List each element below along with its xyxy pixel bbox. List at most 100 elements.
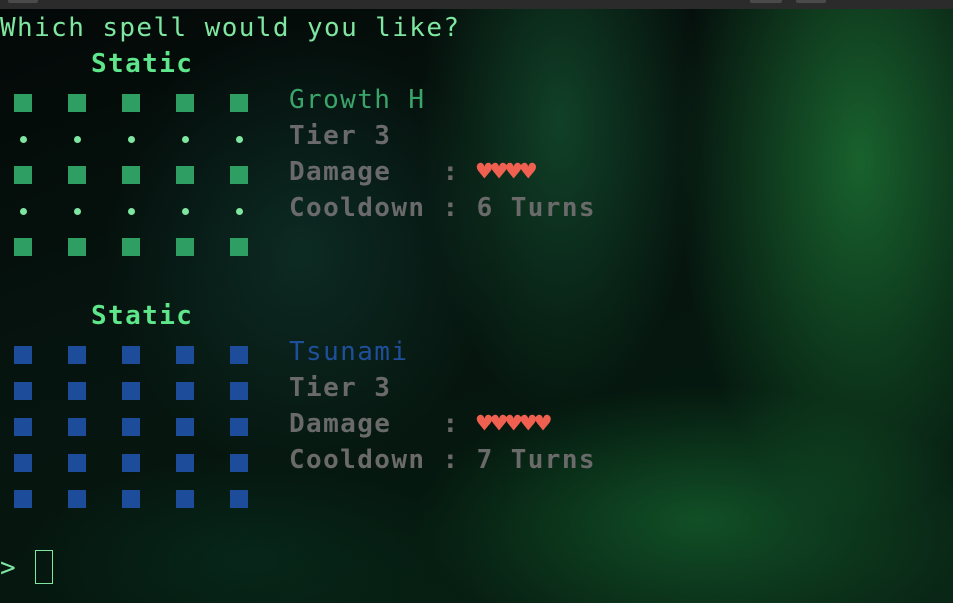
- pattern-cell: [14, 346, 32, 364]
- window-titlebar: [0, 0, 953, 9]
- spell-type-label: Static: [91, 301, 194, 331]
- damage-label: Damage :: [289, 157, 477, 187]
- titlebar-button[interactable]: [8, 0, 38, 3]
- pattern-cell: [176, 94, 194, 112]
- pattern-square: [14, 94, 32, 112]
- pattern-cell: [122, 238, 140, 256]
- pattern-cell: [68, 166, 86, 184]
- pattern-cell: [68, 490, 86, 508]
- input-prompt-symbol: >: [0, 553, 18, 583]
- spell-question: Which spell would you like?: [0, 13, 461, 43]
- pattern-square: [176, 490, 194, 508]
- pattern-square: [230, 454, 248, 472]
- pattern-cell: [176, 418, 194, 436]
- pattern-cell: [230, 130, 248, 148]
- pattern-square: [14, 382, 32, 400]
- pattern-square: [122, 166, 140, 184]
- pattern-cell: [14, 382, 32, 400]
- pattern-square: [68, 418, 86, 436]
- pattern-cell: [230, 94, 248, 112]
- pattern-cell: [122, 202, 140, 220]
- pattern-cell: [122, 382, 140, 400]
- pattern-cell: [176, 130, 194, 148]
- pattern-square: [230, 382, 248, 400]
- pattern-cell: [176, 202, 194, 220]
- pattern-square: [176, 418, 194, 436]
- pattern-cell: [122, 346, 140, 364]
- pattern-square: [230, 166, 248, 184]
- pattern-cell: [122, 418, 140, 436]
- pattern-dot: [236, 208, 243, 215]
- pattern-square: [230, 490, 248, 508]
- pattern-cell: [14, 418, 32, 436]
- pattern-square: [176, 382, 194, 400]
- pattern-cell: [14, 454, 32, 472]
- pattern-square: [176, 454, 194, 472]
- pattern-dot: [128, 136, 135, 143]
- pattern-square: [176, 166, 194, 184]
- pattern-cell: [14, 238, 32, 256]
- pattern-cell: [68, 418, 86, 436]
- pattern-square: [122, 346, 140, 364]
- pattern-dot: [182, 208, 189, 215]
- pattern-square: [176, 346, 194, 364]
- pattern-square: [68, 454, 86, 472]
- pattern-dot: [236, 136, 243, 143]
- pattern-cell: [14, 130, 32, 148]
- pattern-cell: [230, 202, 248, 220]
- spell-cooldown: Cooldown : 7 Turns: [289, 445, 596, 475]
- pattern-square: [230, 238, 248, 256]
- pattern-cell: [14, 202, 32, 220]
- pattern-cell: [14, 490, 32, 508]
- pattern-cell: [68, 382, 86, 400]
- pattern-cell: [68, 454, 86, 472]
- pattern-square: [122, 418, 140, 436]
- pattern-square: [68, 490, 86, 508]
- titlebar-button[interactable]: [796, 0, 826, 3]
- spell-type-label: Static: [91, 49, 194, 79]
- spell-name: Tsunami: [289, 337, 409, 367]
- pattern-cell: [122, 94, 140, 112]
- pattern-dot: [74, 136, 81, 143]
- pattern-square: [14, 346, 32, 364]
- spell-name: Growth H: [289, 85, 426, 115]
- pattern-cell: [176, 166, 194, 184]
- text-cursor[interactable]: [35, 550, 53, 584]
- spell-damage: Damage : ♥♥♥♥: [289, 154, 537, 190]
- pattern-dot: [182, 136, 189, 143]
- pattern-square: [122, 382, 140, 400]
- pattern-square: [68, 382, 86, 400]
- damage-label: Damage :: [289, 409, 477, 439]
- pattern-square: [230, 346, 248, 364]
- pattern-square: [230, 418, 248, 436]
- pattern-square: [122, 454, 140, 472]
- pattern-square: [122, 490, 140, 508]
- pattern-dot: [20, 208, 27, 215]
- pattern-square: [68, 238, 86, 256]
- pattern-cell: [230, 382, 248, 400]
- pattern-square: [14, 454, 32, 472]
- pattern-cell: [122, 130, 140, 148]
- pattern-square: [14, 238, 32, 256]
- titlebar-button[interactable]: [750, 0, 782, 3]
- pattern-dot: [20, 136, 27, 143]
- spell-tier: Tier 3: [289, 121, 392, 151]
- damage-hearts: ♥♥♥♥: [476, 157, 537, 187]
- pattern-cell: [68, 346, 86, 364]
- terminal-window: Which spell would you like? Static Growt…: [0, 0, 953, 603]
- pattern-cell: [230, 346, 248, 364]
- pattern-square: [14, 166, 32, 184]
- pattern-square: [230, 94, 248, 112]
- pattern-square: [176, 238, 194, 256]
- pattern-square: [176, 94, 194, 112]
- pattern-cell: [230, 454, 248, 472]
- pattern-square: [68, 166, 86, 184]
- pattern-cell: [68, 238, 86, 256]
- pattern-cell: [68, 202, 86, 220]
- pattern-cell: [230, 418, 248, 436]
- spell-tier: Tier 3: [289, 373, 392, 403]
- pattern-cell: [122, 490, 140, 508]
- pattern-cell: [230, 238, 248, 256]
- damage-hearts: ♥♥♥♥♥: [476, 409, 551, 439]
- pattern-square: [122, 94, 140, 112]
